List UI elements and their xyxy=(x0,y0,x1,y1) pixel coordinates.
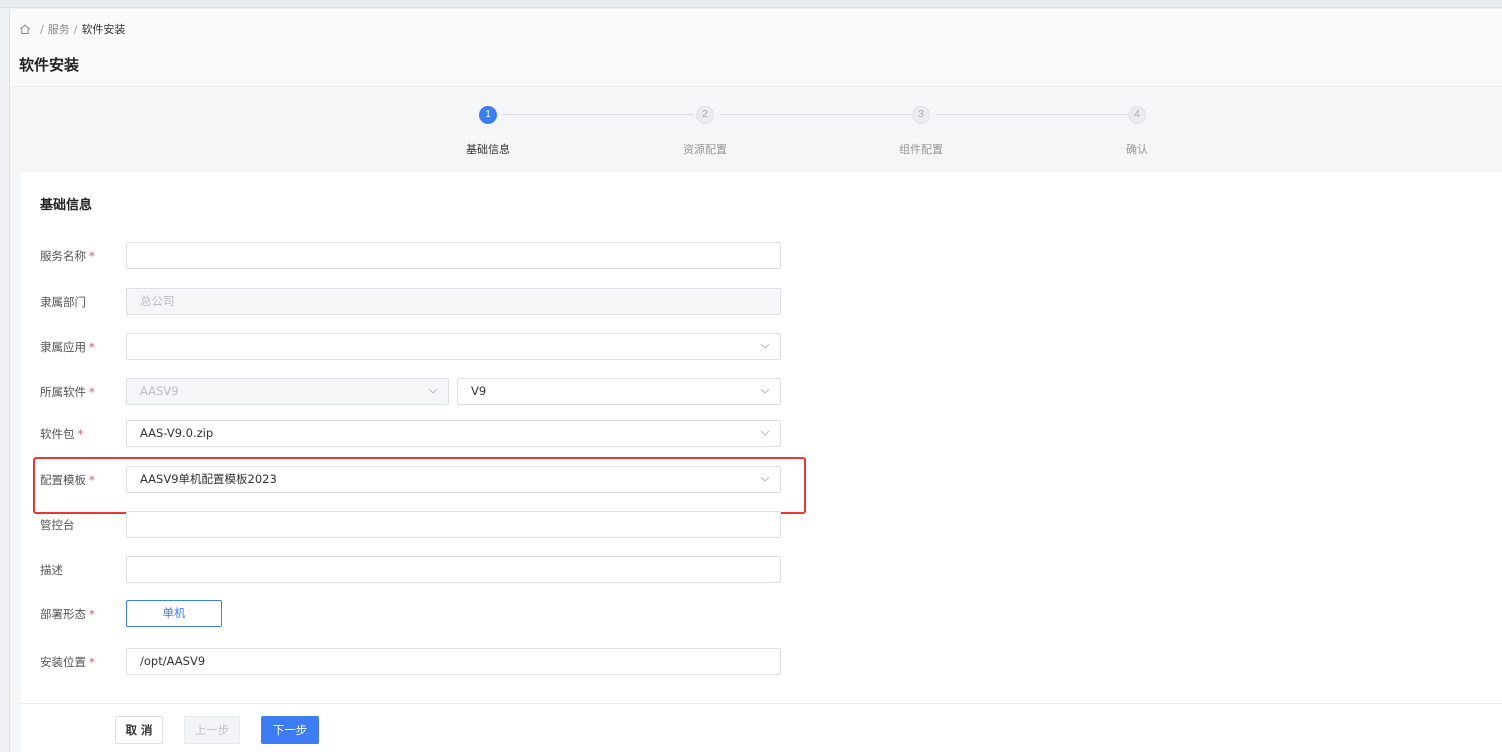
form-row-install-path: 安装位置 * /opt/AASV9 xyxy=(40,648,800,676)
section-title: 基础信息 xyxy=(40,198,93,213)
form-row-package: 软件包 * AAS-V9.0.zip xyxy=(40,420,800,448)
field-label: 部署形态 * xyxy=(40,607,95,621)
form-row-description: 描述 xyxy=(40,556,800,584)
field-label: 软件包 * xyxy=(40,427,84,441)
step-label: 资源配置 xyxy=(683,143,727,156)
field-label: 描述 xyxy=(40,563,63,577)
step-label: 基础信息 xyxy=(466,143,510,156)
field-label: 服务名称 * xyxy=(40,249,95,263)
template-highlight-box xyxy=(33,457,806,514)
software-version-select[interactable]: V9 xyxy=(457,378,781,405)
form-row-software: 所属软件 * AASV9 V9 xyxy=(40,378,800,406)
field-label: 所属软件 * xyxy=(40,385,95,399)
package-select[interactable]: AAS-V9.0.zip xyxy=(126,420,781,447)
stepper: 1 基础信息 2 资源配置 3 组件配置 4 确认 xyxy=(10,88,1502,171)
field-label: 安装位置 * xyxy=(40,655,95,669)
software-name-select: AASV9 xyxy=(126,378,449,405)
form-row-service-name: 服务名称 * xyxy=(40,242,800,270)
department-input: 总公司 xyxy=(126,288,781,315)
required-mark: * xyxy=(89,249,95,263)
breadcrumb-separator: / xyxy=(40,22,44,36)
form-card: 基础信息 服务名称* 隶属部门 总公司 隶属应用* 所属软件* AASV9 xyxy=(21,172,1502,752)
top-strip xyxy=(0,0,1502,8)
footer-divider xyxy=(21,703,1502,704)
step-2: 2 资源配置 xyxy=(645,106,765,157)
console-input[interactable] xyxy=(126,511,781,538)
required-mark: * xyxy=(89,655,95,669)
chevron-down-icon xyxy=(428,388,438,394)
cancel-button[interactable]: 取 消 xyxy=(115,716,163,744)
breadcrumb-item-current: 软件安装 xyxy=(81,23,126,36)
page-header: / 服务 / 软件安装 软件安装 xyxy=(10,9,1502,87)
previous-step-button[interactable]: 上一步 xyxy=(184,716,240,744)
step-number: 4 xyxy=(1128,106,1146,124)
breadcrumb-item-service[interactable]: 服务 xyxy=(48,21,70,37)
form-row-deploy-mode: 部署形态 * 单机 xyxy=(40,600,800,628)
step-3: 3 组件配置 xyxy=(861,106,981,157)
form-row-application: 隶属应用 * xyxy=(40,333,800,361)
field-label: 隶属部门 xyxy=(40,295,86,309)
breadcrumb: / 服务 / 软件安装 xyxy=(19,21,125,37)
breadcrumb-separator: / xyxy=(73,22,78,36)
service-name-input[interactable] xyxy=(126,242,781,269)
step-label: 组件配置 xyxy=(899,143,943,156)
required-mark: * xyxy=(77,427,84,441)
step-4: 4 确认 xyxy=(1077,106,1197,157)
step-number: 3 xyxy=(912,106,930,124)
install-path-input[interactable]: /opt/AASV9 xyxy=(126,648,781,675)
description-input[interactable] xyxy=(126,556,781,583)
chevron-down-icon xyxy=(760,430,770,436)
home-icon[interactable] xyxy=(19,23,31,35)
page-title: 软件安装 xyxy=(19,56,80,74)
chevron-down-icon xyxy=(760,388,770,394)
chevron-down-icon xyxy=(760,343,770,349)
required-mark: * xyxy=(89,607,95,621)
next-step-button[interactable]: 下一步 xyxy=(261,716,319,744)
step-number: 1 xyxy=(479,106,497,124)
required-mark: * xyxy=(89,385,95,399)
page: / 服务 / 软件安装 软件安装 1 基础信息 2 资源配置 3 组件配置 4 … xyxy=(9,9,1502,752)
application-select[interactable] xyxy=(126,333,781,360)
step-label: 确认 xyxy=(1126,143,1148,156)
step-number: 2 xyxy=(696,106,714,124)
step-1: 1 基础信息 xyxy=(428,106,548,157)
form-row-console: 管控台 xyxy=(40,511,800,539)
form-row-department: 隶属部门 总公司 xyxy=(40,288,800,316)
deploy-mode-standalone-option[interactable]: 单机 xyxy=(126,600,222,627)
field-label: 隶属应用 * xyxy=(40,340,95,354)
required-mark: * xyxy=(89,340,95,354)
field-label: 管控台 xyxy=(40,518,75,532)
